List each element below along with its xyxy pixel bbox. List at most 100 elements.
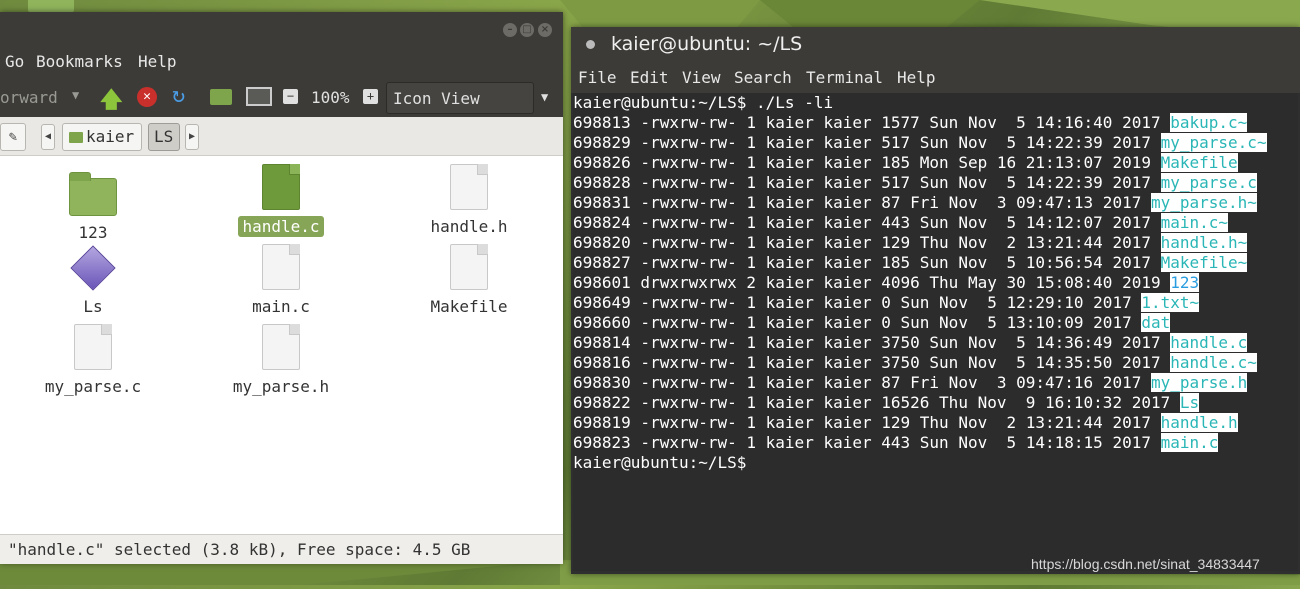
path-forward-button[interactable]: ▶ xyxy=(185,124,199,150)
file-manager-window: – □ × Go Bookmarks Help orward ▼ 🡅 ✕ ↻ −… xyxy=(0,12,563,564)
document-icon xyxy=(262,324,300,370)
executable-icon xyxy=(70,245,116,291)
row-details: 698831 -rwxrw-rw- 1 kaier kaier 87 Fri N… xyxy=(573,193,1151,212)
terminal-output[interactable]: kaier@ubuntu:~/LS$ ./Ls -li 698813 -rwxr… xyxy=(573,93,1298,571)
row-filename: Makefile xyxy=(1160,153,1238,172)
document-icon xyxy=(262,244,300,290)
row-filename: Ls xyxy=(1179,393,1200,412)
row-details: 698819 -rwxrw-rw- 1 kaier kaier 129 Thu … xyxy=(573,413,1161,432)
document-icon xyxy=(74,324,112,370)
file-item-handle-h[interactable]: handle.h xyxy=(409,164,529,237)
menu-help[interactable]: Help xyxy=(138,52,177,71)
zoom-level: 100% xyxy=(311,88,350,107)
home-folder-icon xyxy=(69,132,83,143)
terminal-row: 698829 -rwxrw-rw- 1 kaier kaier 517 Sun … xyxy=(573,133,1267,153)
file-label: main.c xyxy=(252,297,310,316)
file-manager-toolbar: orward ▼ 🡅 ✕ ↻ − 100% + Icon View ▼ xyxy=(0,80,563,116)
watermark: https://blog.csdn.net/sinat_34833447 xyxy=(1031,556,1260,572)
document-icon xyxy=(450,244,488,290)
path-crumb-kaier[interactable]: kaier xyxy=(62,123,142,151)
file-label: handle.h xyxy=(430,217,508,236)
row-details: 698649 -rwxrw-rw- 1 kaier kaier 0 Sun No… xyxy=(573,293,1142,312)
terminal-row: 698660 -rwxrw-rw- 1 kaier kaier 0 Sun No… xyxy=(573,313,1171,333)
file-item-main-c[interactable]: main.c xyxy=(221,244,341,317)
terminal-window: kaier@ubuntu: ~/LS File Edit View Search… xyxy=(571,27,1300,574)
terminal-menubar: File Edit View Search Terminal Help xyxy=(571,65,1300,93)
close-button[interactable]: × xyxy=(538,23,552,37)
terminal-row: 698831 -rwxrw-rw- 1 kaier kaier 87 Fri N… xyxy=(573,193,1257,213)
maximize-button[interactable]: □ xyxy=(520,23,534,37)
terminal-row: 698601 drwxrwxrwx 2 kaier kaier 4096 Thu… xyxy=(573,273,1200,293)
row-details: 698660 -rwxrw-rw- 1 kaier kaier 0 Sun No… xyxy=(573,313,1142,332)
file-label: my_parse.c xyxy=(44,377,142,396)
prompt: kaier@ubuntu:~/LS$ xyxy=(573,453,747,472)
row-details: 698828 -rwxrw-rw- 1 kaier kaier 517 Sun … xyxy=(573,173,1161,192)
row-details: 698830 -rwxrw-rw- 1 kaier kaier 87 Fri N… xyxy=(573,373,1151,392)
zoom-in-icon[interactable]: + xyxy=(363,89,378,104)
menu-terminal[interactable]: Terminal xyxy=(806,68,883,87)
chevron-down-icon[interactable]: ▼ xyxy=(541,90,548,104)
row-filename: handle.h xyxy=(1160,413,1238,432)
terminal-row: 698826 -rwxrw-rw- 1 kaier kaier 185 Mon … xyxy=(573,153,1238,173)
up-arrow-icon[interactable]: 🡅 xyxy=(100,83,123,121)
menu-help[interactable]: Help xyxy=(897,68,936,87)
status-bar: "handle.c" selected (3.8 kB), Free space… xyxy=(0,534,563,564)
row-details: 698826 -rwxrw-rw- 1 kaier kaier 185 Mon … xyxy=(573,153,1161,172)
menu-go[interactable]: Go xyxy=(5,52,24,71)
file-item-my-parse-h[interactable]: my_parse.h xyxy=(221,324,341,397)
file-item-handle-c[interactable]: handle.c xyxy=(221,164,341,237)
desktop-folder-icon[interactable] xyxy=(28,0,74,12)
status-text: "handle.c" selected (3.8 kB), Free space… xyxy=(8,540,471,559)
view-mode-select[interactable]: Icon View xyxy=(386,82,534,114)
menu-file[interactable]: File xyxy=(578,68,617,87)
row-filename: handle.c~ xyxy=(1170,353,1257,372)
forward-button[interactable]: orward xyxy=(0,88,58,107)
file-manager-titlebar: – □ × xyxy=(0,12,563,48)
row-filename: my_parse.c xyxy=(1160,173,1257,192)
row-details: 698823 -rwxrw-rw- 1 kaier kaier 443 Sun … xyxy=(573,433,1161,452)
document-icon xyxy=(450,164,488,210)
reload-icon[interactable]: ↻ xyxy=(172,83,185,108)
forward-dropdown-icon[interactable]: ▼ xyxy=(72,88,79,102)
file-item-my-parse-c[interactable]: my_parse.c xyxy=(33,324,153,397)
file-item-123[interactable]: 123 xyxy=(33,170,153,243)
minimize-button[interactable]: – xyxy=(503,23,517,37)
file-item-ls[interactable]: Ls xyxy=(33,244,153,317)
terminal-row: 698820 -rwxrw-rw- 1 kaier kaier 129 Thu … xyxy=(573,233,1248,253)
row-details: 698820 -rwxrw-rw- 1 kaier kaier 129 Thu … xyxy=(573,233,1161,252)
file-label: 123 xyxy=(78,223,108,242)
menu-edit[interactable]: Edit xyxy=(630,68,669,87)
row-filename: main.c~ xyxy=(1160,213,1229,232)
row-details: 698601 drwxrwxrwx 2 kaier kaier 4096 Thu… xyxy=(573,273,1171,292)
row-filename: handle.h~ xyxy=(1160,233,1248,252)
computer-icon[interactable] xyxy=(246,87,272,106)
file-label: Makefile xyxy=(430,297,508,316)
terminal-row: 698827 -rwxrw-rw- 1 kaier kaier 185 Sun … xyxy=(573,253,1248,273)
menu-search[interactable]: Search xyxy=(734,68,792,87)
terminal-row: 698816 -rwxrw-rw- 1 kaier kaier 3750 Sun… xyxy=(573,353,1257,373)
file-label: handle.c xyxy=(238,216,324,237)
folder-icon xyxy=(69,172,117,216)
row-filename: my_parse.c~ xyxy=(1160,133,1267,152)
path-back-button[interactable]: ◀ xyxy=(41,124,55,150)
terminal-titlebar: kaier@ubuntu: ~/LS xyxy=(571,27,1300,65)
menu-view[interactable]: View xyxy=(682,68,721,87)
row-details: 698824 -rwxrw-rw- 1 kaier kaier 443 Sun … xyxy=(573,213,1161,232)
edit-path-button[interactable]: ✎ xyxy=(0,123,26,151)
terminal-row: 698814 -rwxrw-rw- 1 kaier kaier 3750 Sun… xyxy=(573,333,1248,353)
menu-bookmarks[interactable]: Bookmarks xyxy=(36,52,123,71)
row-details: 698816 -rwxrw-rw- 1 kaier kaier 3750 Sun… xyxy=(573,353,1171,372)
row-filename: 1.txt~ xyxy=(1141,293,1200,312)
view-mode-value: Icon View xyxy=(393,89,480,108)
file-item-makefile[interactable]: Makefile xyxy=(409,244,529,317)
c-source-file-icon xyxy=(262,164,300,210)
zoom-out-icon[interactable]: − xyxy=(283,89,298,104)
stop-icon[interactable]: ✕ xyxy=(137,87,157,107)
path-crumb-ls[interactable]: LS xyxy=(148,123,180,151)
window-menu-icon[interactable] xyxy=(586,40,595,49)
terminal-row: 698823 -rwxrw-rw- 1 kaier kaier 443 Sun … xyxy=(573,433,1219,453)
row-filename: my_parse.h~ xyxy=(1150,193,1257,212)
pencil-icon: ✎ xyxy=(8,129,18,145)
home-icon[interactable] xyxy=(210,89,232,105)
row-filename: bakup.c~ xyxy=(1170,113,1248,132)
